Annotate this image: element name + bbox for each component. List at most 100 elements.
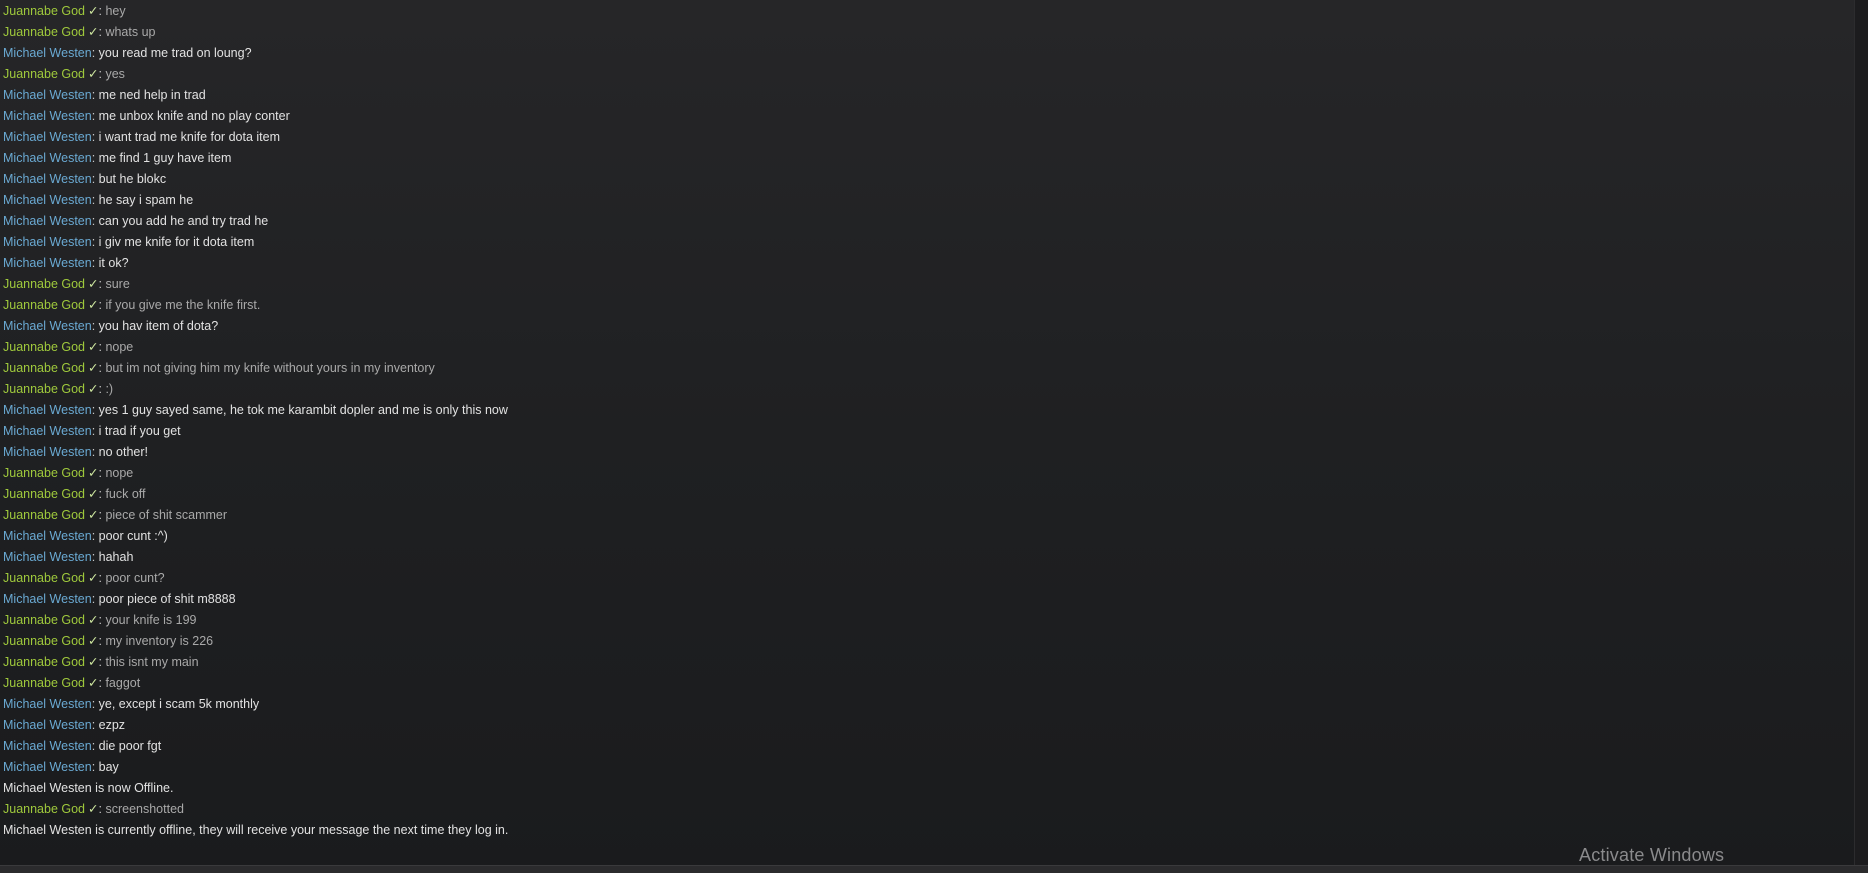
sender-name-friend[interactable]: Michael Westen xyxy=(3,424,92,438)
sender-name-self[interactable]: Juannabe God xyxy=(3,655,85,669)
sender-name-friend[interactable]: Michael Westen xyxy=(3,739,92,753)
message-text: you hav item of dota? xyxy=(98,319,219,333)
chat-message: Juannabe God ✓: :) xyxy=(3,379,1853,400)
sender-name-self[interactable]: Juannabe God xyxy=(3,67,85,81)
chat-message: Juannabe God ✓: this isnt my main xyxy=(3,652,1853,673)
chat-message: Michael Westen: it ok? xyxy=(3,253,1853,274)
sender-name-self[interactable]: Juannabe God xyxy=(3,508,85,522)
sender-name-friend[interactable]: Michael Westen xyxy=(3,130,92,144)
scrollbar[interactable] xyxy=(1854,0,1868,866)
sender-name-friend[interactable]: Michael Westen xyxy=(3,151,92,165)
sender-name-friend[interactable]: Michael Westen xyxy=(3,760,92,774)
message-text: poor piece of shit m8888 xyxy=(98,592,236,606)
chat-message: Juannabe God ✓: yes xyxy=(3,64,1853,85)
message-text: my inventory is 226 xyxy=(105,634,214,648)
message-text: poor cunt :^) xyxy=(98,529,168,543)
sender-name-self[interactable]: Juannabe God xyxy=(3,340,85,354)
message-text: yes 1 guy sayed same, he tok me karambit… xyxy=(98,403,508,417)
sender-name-self[interactable]: Juannabe God xyxy=(3,634,85,648)
checkmark-icon: ✓ xyxy=(88,634,99,648)
message-text: if you give me the knife first. xyxy=(105,298,261,312)
sender-name-friend[interactable]: Michael Westen xyxy=(3,403,92,417)
sender-name-self[interactable]: Juannabe God xyxy=(3,466,85,480)
message-text: but he blokc xyxy=(98,172,167,186)
message-text: nope xyxy=(105,340,134,354)
chat-message: Michael Westen: me unbox knife and no pl… xyxy=(3,106,1853,127)
sender-name-self[interactable]: Juannabe God xyxy=(3,571,85,585)
name-separator: : xyxy=(91,109,99,123)
chat-message: Michael Westen: yes 1 guy sayed same, he… xyxy=(3,400,1853,421)
message-text: your knife is 199 xyxy=(105,613,197,627)
message-text: hahah xyxy=(98,550,134,564)
chat-message: Juannabe God ✓: hey xyxy=(3,1,1853,22)
name-separator: : xyxy=(91,424,99,438)
message-text: whats up xyxy=(105,25,156,39)
sender-name-friend[interactable]: Michael Westen xyxy=(3,445,92,459)
sender-name-friend[interactable]: Michael Westen xyxy=(3,256,92,270)
checkmark-icon: ✓ xyxy=(88,676,99,690)
chat-message: Juannabe God ✓: poor cunt? xyxy=(3,568,1853,589)
name-separator: : xyxy=(91,319,99,333)
message-text: bay xyxy=(98,760,119,774)
chat-message: Michael Westen: can you add he and try t… xyxy=(3,211,1853,232)
chat-message: Michael Westen: me ned help in trad xyxy=(3,85,1853,106)
message-text: faggot xyxy=(105,676,141,690)
chat-message: Michael Westen: you read me trad on loun… xyxy=(3,43,1853,64)
name-separator: : xyxy=(91,151,99,165)
checkmark-icon: ✓ xyxy=(88,4,99,18)
sender-name-self[interactable]: Juannabe God xyxy=(3,25,85,39)
sender-name-friend[interactable]: Michael Westen xyxy=(3,172,92,186)
message-text: i trad if you get xyxy=(98,424,181,438)
sender-name-self[interactable]: Juannabe God xyxy=(3,676,85,690)
sender-name-self[interactable]: Juannabe God xyxy=(3,487,85,501)
checkmark-icon: ✓ xyxy=(88,487,99,501)
chat-message: Michael Westen: die poor fgt xyxy=(3,736,1853,757)
chat-message: Juannabe God ✓: my inventory is 226 xyxy=(3,631,1853,652)
name-separator: : xyxy=(91,88,99,102)
system-message: Michael Westen is currently offline, the… xyxy=(3,820,1853,841)
sender-name-friend[interactable]: Michael Westen xyxy=(3,235,92,249)
sender-name-friend[interactable]: Michael Westen xyxy=(3,718,92,732)
chat-input-edge[interactable] xyxy=(0,865,1868,873)
system-message: Michael Westen is now Offline. xyxy=(3,778,1853,799)
message-text: can you add he and try trad he xyxy=(98,214,269,228)
sender-name-friend[interactable]: Michael Westen xyxy=(3,550,92,564)
message-text: sure xyxy=(105,277,130,291)
checkmark-icon: ✓ xyxy=(88,277,99,291)
system-message-text: Michael Westen is now Offline. xyxy=(3,781,174,795)
chat-message: Juannabe God ✓: if you give me the knife … xyxy=(3,295,1853,316)
chat-log[interactable]: Juannabe God ✓: hey Juannabe God ✓: whats u… xyxy=(3,1,1853,861)
chat-message: Juannabe God ✓: piece of shit scammer xyxy=(3,505,1853,526)
name-separator: : xyxy=(91,718,99,732)
sender-name-self[interactable]: Juannabe God xyxy=(3,613,85,627)
chat-message: Juannabe God ✓: screenshotted xyxy=(3,799,1853,820)
sender-name-self[interactable]: Juannabe God xyxy=(3,361,85,375)
sender-name-friend[interactable]: Michael Westen xyxy=(3,592,92,606)
message-text: ye, except i scam 5k monthly xyxy=(98,697,260,711)
name-separator: : xyxy=(91,550,99,564)
chat-message: Juannabe God ✓: nope xyxy=(3,463,1853,484)
name-separator: : xyxy=(91,235,99,249)
sender-name-friend[interactable]: Michael Westen xyxy=(3,319,92,333)
sender-name-self[interactable]: Juannabe God xyxy=(3,298,85,312)
sender-name-self[interactable]: Juannabe God xyxy=(3,382,85,396)
sender-name-friend[interactable]: Michael Westen xyxy=(3,109,92,123)
name-separator: : xyxy=(91,529,99,543)
sender-name-self[interactable]: Juannabe God xyxy=(3,277,85,291)
sender-name-friend[interactable]: Michael Westen xyxy=(3,697,92,711)
chat-message: Juannabe God ✓: faggot xyxy=(3,673,1853,694)
sender-name-friend[interactable]: Michael Westen xyxy=(3,193,92,207)
sender-name-self[interactable]: Juannabe God xyxy=(3,4,85,18)
message-text: i want trad me knife for dota item xyxy=(98,130,280,144)
sender-name-friend[interactable]: Michael Westen xyxy=(3,529,92,543)
chat-message: Michael Westen: poor piece of shit m8888 xyxy=(3,589,1853,610)
sender-name-self[interactable]: Juannabe God xyxy=(3,802,85,816)
sender-name-friend[interactable]: Michael Westen xyxy=(3,214,92,228)
message-text: it ok? xyxy=(98,256,129,270)
sender-name-friend[interactable]: Michael Westen xyxy=(3,46,92,60)
message-text: you read me trad on loung? xyxy=(98,46,252,60)
message-text: me ned help in trad xyxy=(98,88,206,102)
sender-name-friend[interactable]: Michael Westen xyxy=(3,88,92,102)
chat-message: Juannabe God ✓: whats up xyxy=(3,22,1853,43)
checkmark-icon: ✓ xyxy=(88,67,99,81)
